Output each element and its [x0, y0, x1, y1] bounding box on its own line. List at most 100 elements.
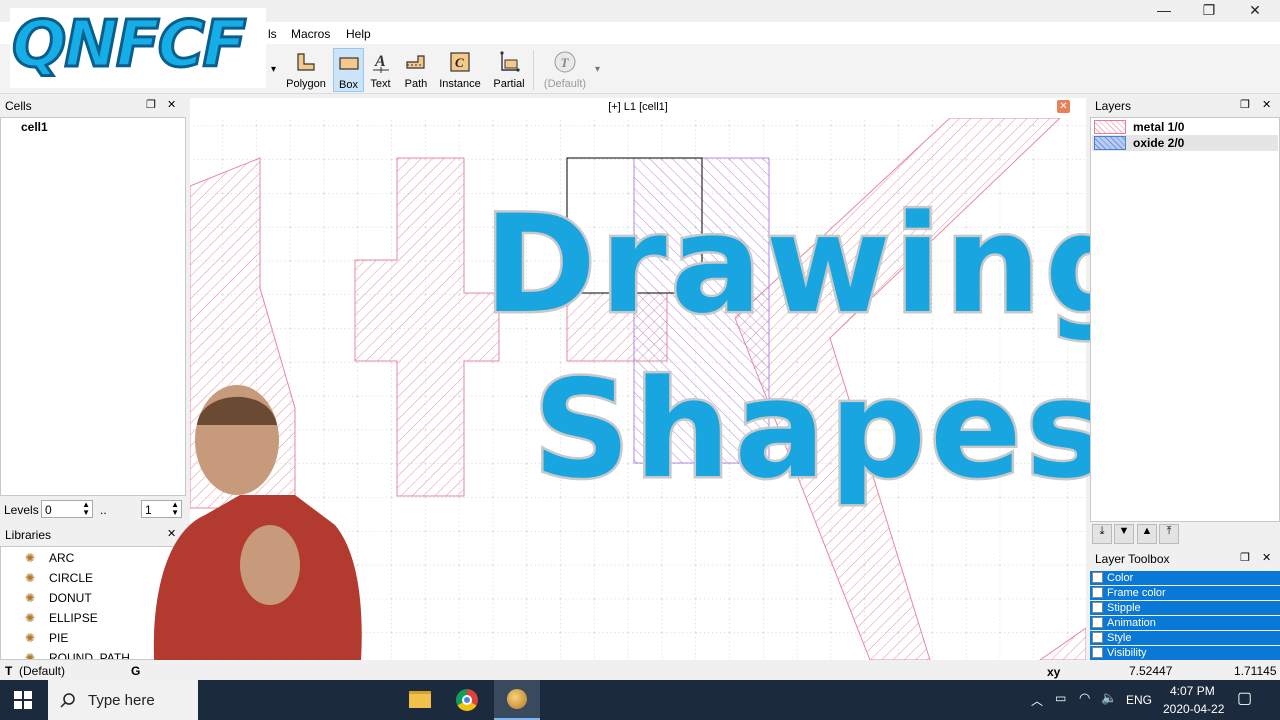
- layer-row-metal[interactable]: metal 1/0: [1092, 119, 1278, 135]
- expand-checkbox[interactable]: [1092, 587, 1103, 598]
- polygon-tool-button[interactable]: Polygon: [284, 48, 328, 92]
- layers-panel-title: Layers: [1095, 99, 1132, 113]
- level-from-value: 0: [45, 503, 52, 517]
- channel-logo: QNFCF: [10, 7, 266, 88]
- polygon-tool-label: Polygon: [286, 78, 326, 90]
- library-item[interactable]: ✺ ROUND_PATH: [25, 651, 130, 659]
- text-style-label: (Default): [543, 78, 587, 90]
- expand-checkbox[interactable]: [1092, 572, 1103, 583]
- move-bottom-icon[interactable]: ⤓: [1092, 524, 1112, 544]
- text-tool-button[interactable]: A Text: [367, 48, 394, 92]
- expand-checkbox[interactable]: [1092, 602, 1103, 613]
- text-style-status: (Default): [19, 664, 66, 678]
- text-tool-label: Text: [370, 78, 391, 90]
- restore-button[interactable]: ❐: [1189, 2, 1229, 20]
- toolbox-frame-color[interactable]: Frame color: [1090, 586, 1280, 600]
- overlay-title-line2: Shapes: [531, 351, 1110, 508]
- libraries-panel-title: Libraries: [5, 528, 52, 542]
- library-item[interactable]: ✺ PIE: [25, 631, 68, 645]
- library-item[interactable]: ✺ CIRCLE: [25, 571, 93, 585]
- layer-toolbox-header: Layer Toolbox ❐ ✕: [1090, 549, 1280, 569]
- toolbox-style[interactable]: Style: [1090, 631, 1280, 645]
- search-icon: [60, 693, 75, 708]
- menu-help[interactable]: Help: [346, 27, 371, 41]
- text-style-button[interactable]: T (Default): [541, 48, 589, 92]
- toolbox-animation[interactable]: Animation: [1090, 616, 1280, 630]
- menu-tools[interactable]: ls: [268, 27, 277, 41]
- text-style-dropdown-icon[interactable]: ▾: [595, 64, 600, 75]
- presenter-figure: [153, 385, 362, 675]
- gear-icon: ✺: [25, 611, 36, 625]
- cells-float-icon[interactable]: ❐: [146, 98, 156, 111]
- toolbar-dropdown-icon[interactable]: ▾: [271, 64, 276, 75]
- klayout-taskbar-icon[interactable]: [494, 680, 540, 720]
- svg-text:C: C: [455, 55, 464, 70]
- expand-checkbox[interactable]: [1092, 617, 1103, 628]
- file-explorer-taskbar-icon[interactable]: [400, 680, 440, 720]
- menu-macros[interactable]: Macros: [291, 27, 330, 41]
- layers-list[interactable]: [1090, 117, 1280, 522]
- search-placeholder: Type here: [88, 692, 155, 709]
- status-bar: T (Default) G xy 7.52447 1.71145: [0, 660, 1280, 680]
- tray-chevron-icon[interactable]: ︿: [1031, 692, 1043, 709]
- layer-toolbox-float-icon[interactable]: ❐: [1240, 551, 1250, 564]
- move-down-icon[interactable]: ▼: [1114, 524, 1134, 544]
- coord-label: xy: [1047, 665, 1061, 679]
- library-item[interactable]: ✺ DONUT: [25, 591, 92, 605]
- taskbar: Type here ︿ ▭ ◠ 🔈 ENG 4:07 PM 2020-04-22…: [0, 680, 1280, 720]
- instance-tool-button[interactable]: C Instance: [437, 48, 483, 92]
- library-item[interactable]: ✺ ELLIPSE: [25, 611, 98, 625]
- box-tool-label: Box: [339, 79, 358, 91]
- cells-close-icon[interactable]: ✕: [167, 98, 176, 111]
- box-tool-button[interactable]: Box: [333, 48, 364, 92]
- canvas-title: [+] L1 [cell1]: [608, 101, 668, 113]
- layer-name: metal 1/0: [1133, 120, 1185, 134]
- taskbar-search[interactable]: Type here: [48, 680, 198, 720]
- layer-order-toolbar: ⤓ ▼ ▲ ⤒: [1090, 523, 1280, 545]
- input-language[interactable]: ENG: [1126, 693, 1152, 707]
- cell-item[interactable]: cell1: [21, 120, 48, 134]
- expand-checkbox[interactable]: [1092, 647, 1103, 658]
- minimize-button[interactable]: —: [1144, 2, 1184, 20]
- level-from-spinbox[interactable]: 0 ▲ ▼: [41, 500, 93, 518]
- clock-time[interactable]: 4:07 PM: [1170, 684, 1215, 698]
- toolbox-stipple[interactable]: Stipple: [1090, 601, 1280, 615]
- partial-icon: [500, 51, 520, 72]
- wifi-icon[interactable]: ◠: [1079, 690, 1090, 706]
- library-item[interactable]: ✺ ARC: [25, 551, 74, 565]
- close-window-button[interactable]: ✕: [1235, 2, 1275, 20]
- expand-checkbox[interactable]: [1092, 632, 1103, 643]
- partial-tool-button[interactable]: Partial: [490, 48, 528, 92]
- polygon-icon: [297, 53, 315, 71]
- layer-toolbox-close-icon[interactable]: ✕: [1262, 551, 1271, 564]
- canvas-tab[interactable]: [+] L1 [cell1]: [190, 98, 1086, 118]
- notifications-icon[interactable]: ▢: [1237, 688, 1252, 708]
- close-canvas-icon[interactable]: ✕: [1057, 100, 1070, 113]
- instance-tool-label: Instance: [439, 78, 481, 90]
- move-up-icon[interactable]: ▲: [1137, 524, 1157, 544]
- spin-arrows-icon[interactable]: ▲ ▼: [82, 501, 90, 517]
- coord-y: 1.71145: [1234, 664, 1277, 678]
- layers-float-icon[interactable]: ❐: [1240, 98, 1250, 111]
- path-tool-label: Path: [404, 78, 428, 90]
- cells-panel-title: Cells: [5, 99, 32, 113]
- gear-icon: ✺: [25, 631, 36, 645]
- toolbox-color[interactable]: Color: [1090, 571, 1280, 585]
- layers-close-icon[interactable]: ✕: [1262, 98, 1271, 111]
- text-icon: A: [372, 53, 389, 73]
- path-tool-button[interactable]: Path: [400, 48, 432, 92]
- windows-start-icon[interactable]: [14, 691, 32, 709]
- coord-x: 7.52447: [1129, 664, 1173, 678]
- levels-label: Levels: [4, 503, 39, 517]
- instance-icon: C: [450, 52, 470, 72]
- move-top-icon[interactable]: ⤒: [1159, 524, 1179, 544]
- clock-date[interactable]: 2020-04-22: [1163, 702, 1224, 716]
- toolbox-visibility[interactable]: Visibility: [1090, 646, 1280, 660]
- svg-text:T: T: [561, 55, 570, 70]
- volume-icon[interactable]: 🔈: [1101, 690, 1117, 706]
- toolbar-divider: [533, 50, 534, 90]
- battery-icon[interactable]: ▭: [1055, 691, 1066, 705]
- chrome-taskbar-icon[interactable]: [447, 680, 487, 720]
- layer-row-oxide[interactable]: oxide 2/0: [1092, 135, 1278, 151]
- partial-tool-label: Partial: [493, 78, 525, 90]
